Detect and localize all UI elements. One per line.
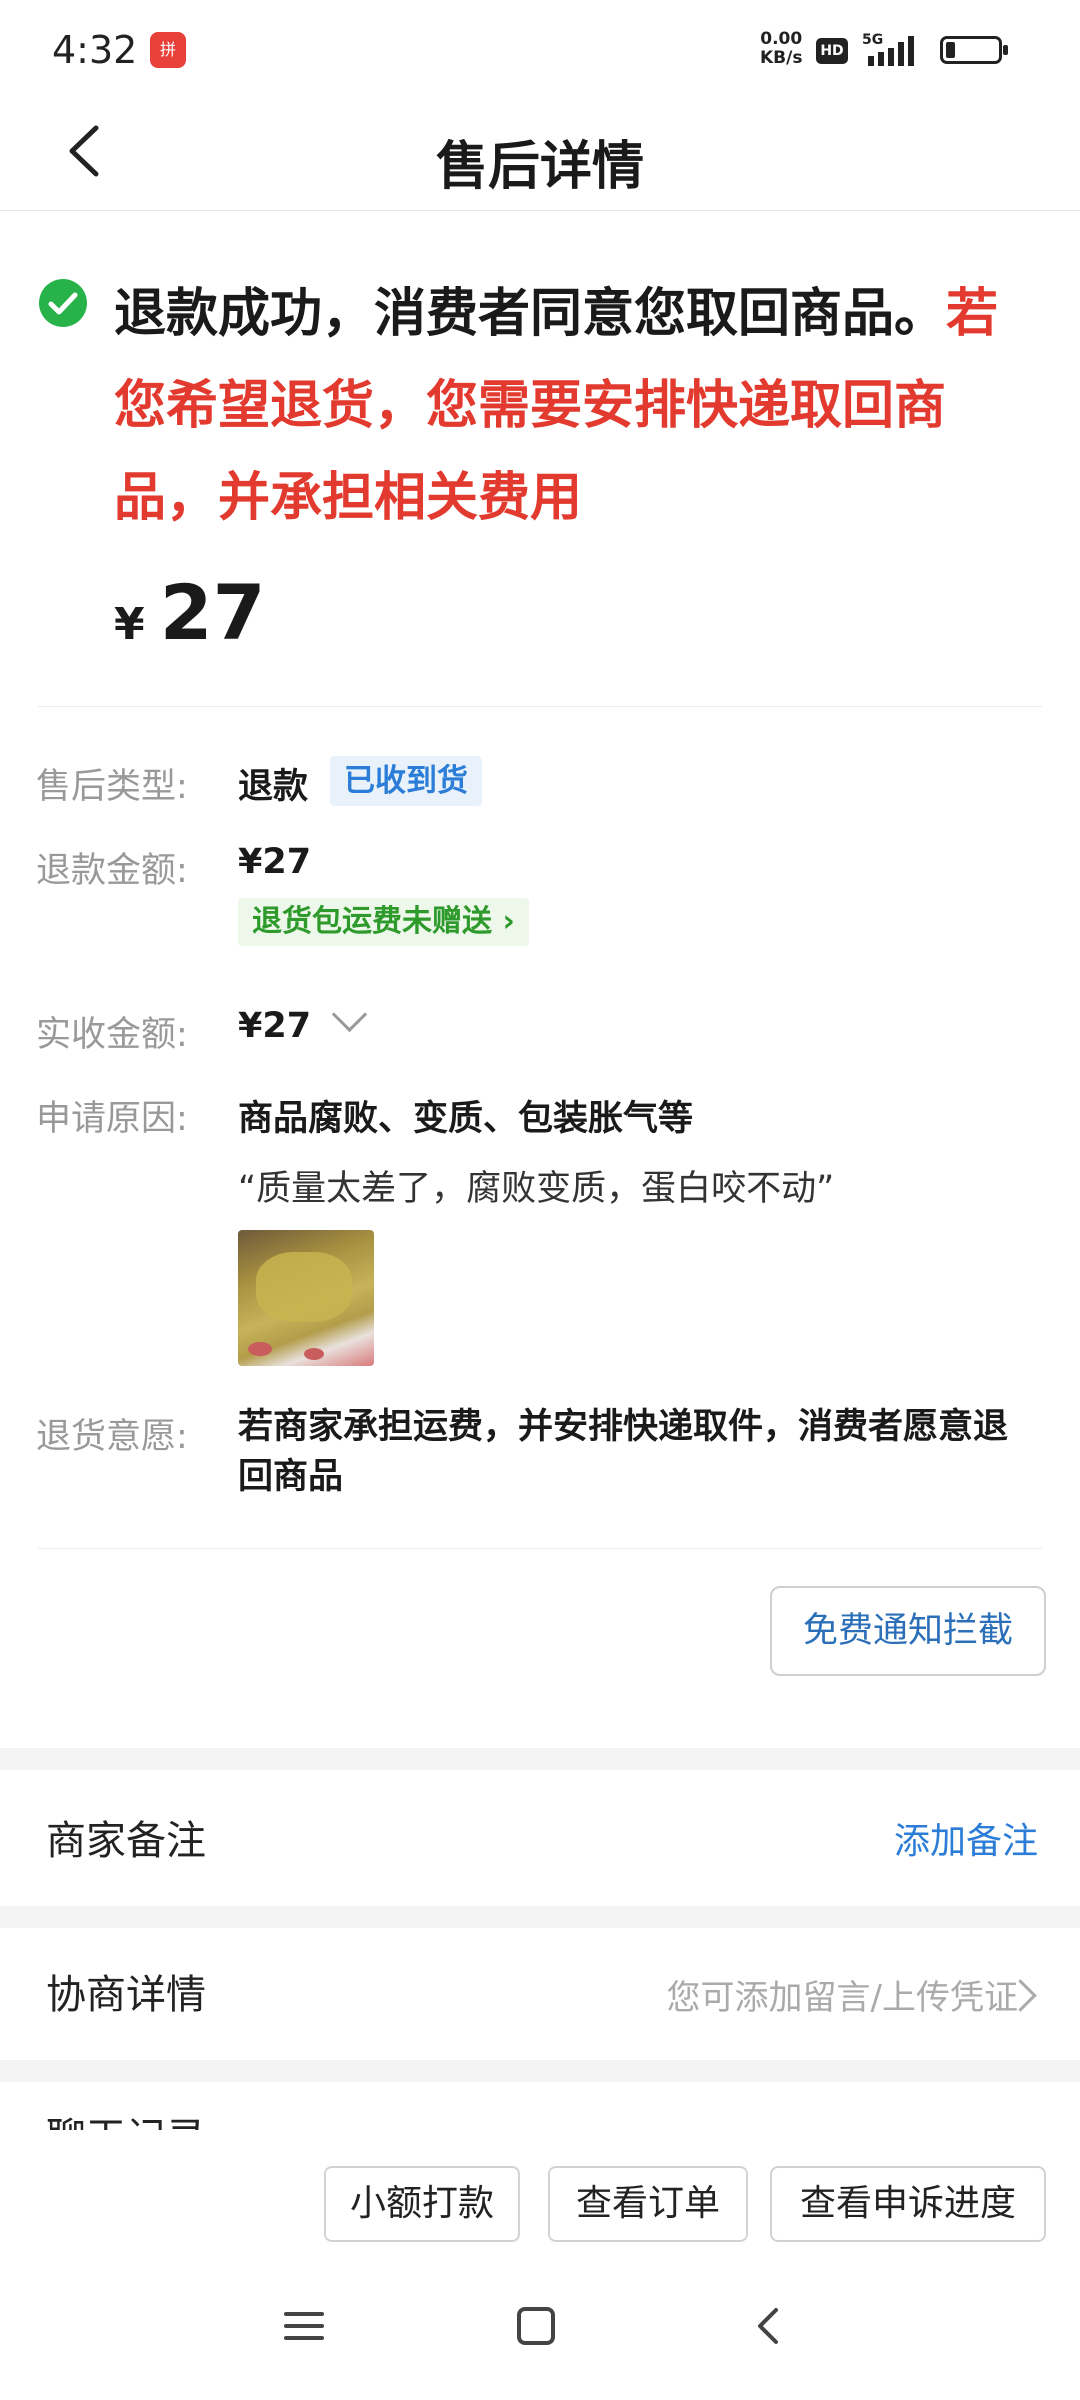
received-goods-badge: 已收到货 xyxy=(330,756,482,806)
status-main-text: 退款成功，消费者同意您取回商品。 xyxy=(114,284,947,344)
system-navigation-bar xyxy=(0,2260,1080,2400)
shipping-insurance-tag[interactable]: 退货包运费未赠送 › xyxy=(238,898,529,946)
small-payment-button[interactable]: 小额打款 xyxy=(324,2166,520,2242)
merchant-note-title: 商家备注 xyxy=(46,1818,206,1864)
refund-amount-label: 退款金额: xyxy=(36,851,188,891)
currency-symbol: ¥ xyxy=(114,599,145,650)
received-amount-value: ¥27 xyxy=(238,1006,312,1046)
battery-icon xyxy=(940,36,1008,64)
hd-icon: HD xyxy=(816,38,848,64)
received-amount-row[interactable]: ¥27 xyxy=(238,996,368,1046)
amount-value: 27 xyxy=(159,568,266,657)
network-speed: 0.00 KB/s xyxy=(760,30,802,68)
status-bar: 4:32 拼 0.00 KB/s HD 5G xyxy=(0,0,1080,96)
return-wish-label: 退货意愿: xyxy=(36,1417,188,1457)
check-circle-icon xyxy=(39,279,87,327)
section-gap xyxy=(0,2060,1080,2082)
net-speed-value: 0.00 xyxy=(760,29,803,49)
home-square-icon[interactable] xyxy=(506,2296,566,2356)
divider xyxy=(38,1548,1042,1549)
reason-value: 商品腐败、变质、包装胀气等 xyxy=(238,1099,694,1139)
free-intercept-button[interactable]: 免费通知拦截 xyxy=(770,1586,1046,1676)
page-title: 售后详情 xyxy=(435,137,644,197)
app-notification-icon: 拼 xyxy=(150,32,186,68)
add-note-button[interactable]: 添加备注 xyxy=(894,1812,1038,1864)
refund-amount-value: ¥27 xyxy=(238,842,312,882)
aftersale-type-label: 售后类型: xyxy=(36,767,188,807)
reason-label: 申请原因: xyxy=(36,1099,188,1139)
refund-amount: ¥ 27 xyxy=(114,568,265,657)
refund-status-message: 退款成功，消费者同意您取回商品。若您希望退货，您需要安排快递取回商品，并承担相关… xyxy=(114,268,1014,544)
bottom-action-bar: 小额打款 查看订单 查看申诉进度 xyxy=(0,2130,1080,2260)
clock: 4:32 xyxy=(52,28,138,72)
menu-icon[interactable] xyxy=(274,2296,334,2356)
section-gap xyxy=(0,1748,1080,1770)
negotiation-title: 协商详情 xyxy=(46,1972,206,2018)
view-appeal-button[interactable]: 查看申诉进度 xyxy=(770,2166,1046,2242)
received-amount-label: 实收金额: xyxy=(36,1015,188,1055)
negotiation-hint: 您可添加留言/上传凭证 xyxy=(666,1978,1018,2018)
signal-icon: 5G xyxy=(862,32,914,66)
divider xyxy=(38,706,1042,707)
svg-text:5G: 5G xyxy=(862,32,883,48)
evidence-photo[interactable] xyxy=(238,1230,374,1366)
net-speed-unit: KB/s xyxy=(760,48,803,68)
aftersale-type-value: 退款 xyxy=(238,767,309,807)
app-header: 售后详情 xyxy=(0,96,1080,211)
view-order-button[interactable]: 查看订单 xyxy=(548,2166,748,2242)
chevron-down-icon[interactable] xyxy=(331,996,368,1033)
system-back-icon[interactable] xyxy=(740,2296,800,2356)
return-wish-value: 若商家承担运费，并安排快递取件，消费者愿意退回商品 xyxy=(238,1407,1009,1497)
section-gap xyxy=(0,1906,1080,1928)
buyer-comment: “质量太差了，腐败变质，蛋白咬不动” xyxy=(238,1169,835,1209)
